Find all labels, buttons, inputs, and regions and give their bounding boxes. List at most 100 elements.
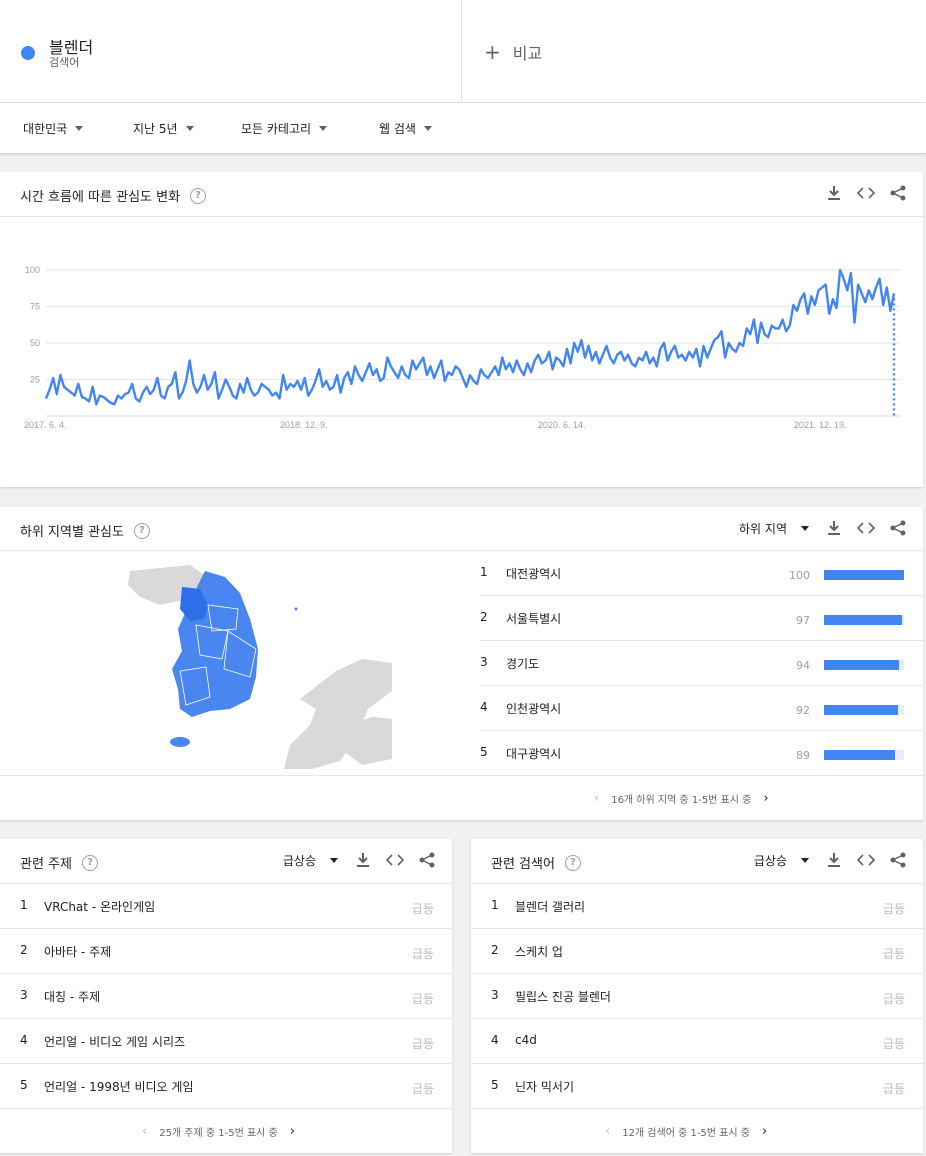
region-name[interactable]: 인천광역시 xyxy=(506,700,561,717)
region-filter[interactable]: 대한민국 xyxy=(23,120,84,137)
topics-selector[interactable]: 급상승 xyxy=(283,852,338,869)
region-name[interactable]: 대구광역시 xyxy=(506,745,561,762)
region-name[interactable]: 서울특별시 xyxy=(506,610,561,627)
help-icon[interactable]: ? xyxy=(190,187,207,204)
search-type-filter[interactable]: 웹 검색 xyxy=(379,120,432,137)
embed-icon[interactable] xyxy=(857,519,875,537)
search-term-card[interactable]: 블렌더 검색어 xyxy=(0,0,462,102)
chevron-left-icon[interactable]: ‹ xyxy=(142,1124,147,1139)
caret-down-icon xyxy=(801,525,809,531)
region-name[interactable]: 경기도 xyxy=(506,655,539,672)
embed-icon[interactable] xyxy=(857,184,875,202)
share-icon[interactable] xyxy=(889,519,907,537)
help-icon[interactable]: ? xyxy=(564,854,581,871)
item-status: 급등 xyxy=(882,947,905,961)
region-row[interactable]: 5 대구광역시 89 xyxy=(480,731,923,776)
related-topics-card: 관련 주제 ? 급상승 1 VRChat - 온라인게임 급등 2 아바타 - … xyxy=(0,839,452,1153)
list-item[interactable]: 1 블렌더 갤러리 급등 xyxy=(471,884,923,929)
region-filter-label: 대한민국 xyxy=(23,122,68,136)
region-row[interactable]: 4 인천광역시 92 xyxy=(480,686,923,731)
item-rank: 5 xyxy=(491,1078,499,1092)
region-value: 89 xyxy=(796,749,810,762)
list-item[interactable]: 4 c4d 급등 xyxy=(471,1019,923,1064)
share-icon[interactable] xyxy=(418,851,436,869)
item-name[interactable]: 대칭 - 주제 xyxy=(44,988,100,1005)
item-name[interactable]: 필립스 진공 블렌더 xyxy=(515,988,611,1005)
embed-icon[interactable] xyxy=(857,851,875,869)
region-rank: 1 xyxy=(480,565,488,579)
chevron-right-icon[interactable]: › xyxy=(762,1124,767,1139)
list-item[interactable]: 5 언리얼 - 1998년 비디오 게임 급등 xyxy=(0,1064,452,1109)
item-name[interactable]: VRChat - 온라인게임 xyxy=(44,898,155,915)
list-item[interactable]: 3 대칭 - 주제 급등 xyxy=(0,974,452,1019)
list-item[interactable]: 5 닌자 믹서기 급등 xyxy=(471,1064,923,1109)
interest-over-time-card: 시간 흐름에 따른 관심도 변화 ? 25 50 75 100 2017. 6. 4. 2… xyxy=(0,172,923,487)
region-row[interactable]: 2 서울특별시 97 xyxy=(480,596,923,641)
search-term-bar: 블렌더 검색어 + 비교 xyxy=(0,0,926,103)
card-header: 하위 지역별 관심도 ? xyxy=(20,521,150,540)
card-header: 시간 흐름에 따른 관심도 변화 ? xyxy=(20,186,207,205)
selector-label: 급상승 xyxy=(282,853,316,868)
item-name[interactable]: 아바타 - 주제 xyxy=(44,943,111,960)
category-filter[interactable]: 모든 카테고리 xyxy=(241,120,328,137)
list-item[interactable]: 1 VRChat - 온라인게임 급등 xyxy=(0,884,452,929)
compare-label: 비교 xyxy=(512,44,543,63)
item-name[interactable]: c4d xyxy=(515,1033,537,1047)
card-tools xyxy=(825,184,907,202)
region-bar-track xyxy=(824,660,904,670)
card-title: 하위 지역별 관심도 xyxy=(20,525,124,540)
item-status: 급등 xyxy=(882,902,905,916)
subregion-selector[interactable]: 하위 지역 xyxy=(739,520,809,537)
embed-icon[interactable] xyxy=(386,851,404,869)
item-name[interactable]: 블렌더 갤러리 xyxy=(515,898,585,915)
x-tick-label: 2020. 6. 14. xyxy=(538,420,586,430)
download-icon[interactable] xyxy=(825,851,843,869)
series-line[interactable] xyxy=(44,268,896,406)
region-name[interactable]: 대전광역시 xyxy=(506,565,561,582)
item-name[interactable]: 닌자 믹서기 xyxy=(515,1078,574,1095)
help-icon[interactable]: ? xyxy=(81,854,98,871)
chevron-left-icon[interactable]: ‹ xyxy=(594,791,599,806)
caret-down-icon xyxy=(75,126,84,131)
item-rank: 2 xyxy=(20,943,28,957)
card-tools: 하위 지역 xyxy=(739,519,907,537)
region-row[interactable]: 3 경기도 94 xyxy=(480,641,923,686)
card-tools: 급상승 xyxy=(283,851,436,869)
time-filter-label: 지난 5년 xyxy=(133,122,178,136)
time-filter[interactable]: 지난 5년 xyxy=(133,120,194,137)
region-row[interactable]: 1 대전광역시 100 xyxy=(480,551,923,596)
list-item[interactable]: 2 스케치 업 급등 xyxy=(471,929,923,974)
subregion-pager: ‹ 16개 하위 지역 중 1-5번 표시 중 › xyxy=(594,791,769,806)
queries-selector[interactable]: 급상승 xyxy=(754,852,809,869)
divider xyxy=(0,775,923,776)
term-color-dot xyxy=(21,46,35,60)
help-icon[interactable]: ? xyxy=(133,522,150,539)
list-item[interactable]: 3 필립스 진공 블렌더 급등 xyxy=(471,974,923,1019)
chevron-left-icon[interactable]: ‹ xyxy=(605,1124,610,1139)
compare-button[interactable]: + 비교 xyxy=(484,40,542,64)
download-icon[interactable] xyxy=(825,184,843,202)
item-rank: 3 xyxy=(20,988,28,1002)
y-tick-label: 100 xyxy=(25,265,40,275)
chevron-right-icon[interactable]: › xyxy=(290,1124,295,1139)
interest-line-chart[interactable]: 25 50 75 100 2017. 6. 4. 2018. 12. 9. 2020. 6.… xyxy=(0,216,923,486)
item-name[interactable]: 언리얼 - 비디오 게임 시리즈 xyxy=(44,1033,185,1050)
item-name[interactable]: 언리얼 - 1998년 비디오 게임 xyxy=(44,1078,194,1095)
item-rank: 1 xyxy=(20,898,28,912)
caret-down-icon xyxy=(330,857,338,863)
share-icon[interactable] xyxy=(889,184,907,202)
download-icon[interactable] xyxy=(825,519,843,537)
korea-region-map[interactable] xyxy=(100,559,400,779)
region-value: 94 xyxy=(796,659,810,672)
card-header: 관련 주제 ? xyxy=(20,853,98,872)
region-bar-track xyxy=(824,750,904,760)
download-icon[interactable] xyxy=(354,851,372,869)
region-rank: 5 xyxy=(480,745,488,759)
item-name[interactable]: 스케치 업 xyxy=(515,943,563,960)
item-rank: 4 xyxy=(491,1033,499,1047)
item-status: 급등 xyxy=(411,902,434,916)
share-icon[interactable] xyxy=(889,851,907,869)
list-item[interactable]: 4 언리얼 - 비디오 게임 시리즈 급등 xyxy=(0,1019,452,1064)
list-item[interactable]: 2 아바타 - 주제 급등 xyxy=(0,929,452,974)
chevron-right-icon[interactable]: › xyxy=(763,791,768,806)
